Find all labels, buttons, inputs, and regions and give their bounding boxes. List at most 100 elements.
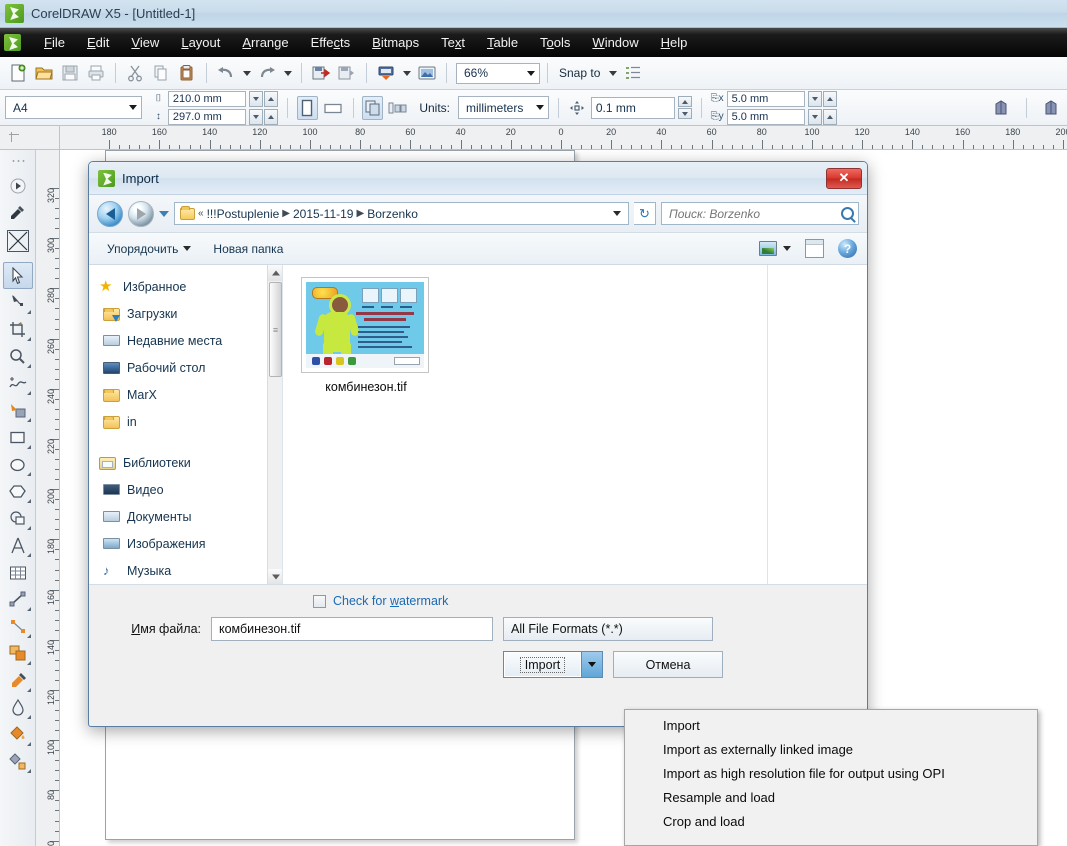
breadcrumb-item-2[interactable]: Borzenko — [367, 207, 418, 221]
menu-help[interactable]: Help — [650, 31, 699, 54]
chevron-down-icon[interactable] — [783, 246, 791, 251]
recent-locations-dropdown-icon[interactable] — [159, 211, 169, 217]
check-for-watermark-label[interactable]: Check for watermark — [333, 594, 448, 608]
redo-dropdown-icon[interactable] — [281, 62, 294, 84]
horizontal-ruler[interactable]: 1801601401201008060402002040608010012014… — [60, 126, 1067, 150]
breadcrumb-item-0[interactable]: !!!Postuplenie — [207, 207, 280, 221]
nav-item-pictures[interactable]: Изображения — [89, 530, 282, 557]
scroll-up-icon[interactable] — [268, 265, 283, 281]
file-list[interactable]: комбинезон.tif — [283, 265, 767, 584]
rectangle-tool-icon[interactable] — [3, 424, 33, 451]
spin-down-icon[interactable] — [249, 109, 263, 125]
file-format-combo[interactable]: All File Formats (*.*) — [503, 617, 713, 641]
close-icon[interactable]: ✕ — [826, 168, 862, 189]
menu-layout[interactable]: Layout — [170, 31, 231, 54]
units-combo[interactable]: millimeters — [458, 96, 549, 119]
search-icon[interactable] — [841, 207, 854, 220]
ellipse-tool-icon[interactable] — [3, 451, 33, 478]
portrait-orientation-icon[interactable] — [297, 96, 318, 120]
undo-dropdown-icon[interactable] — [240, 62, 253, 84]
menu-arrange[interactable]: Arrange — [231, 31, 299, 54]
scroll-thumb-icon[interactable] — [269, 282, 282, 377]
color-eyedropper-tool-icon[interactable] — [3, 667, 33, 694]
zoom-tool-icon[interactable] — [3, 343, 33, 370]
copy-icon[interactable] — [149, 61, 173, 85]
spin-down-icon[interactable] — [808, 109, 822, 125]
undo-icon[interactable] — [214, 61, 238, 85]
filename-input[interactable]: комбинезон.tif — [211, 617, 493, 641]
menu-item-resample-and-load[interactable]: Resample and load — [627, 785, 1035, 809]
fill-tool-icon[interactable] — [3, 721, 33, 748]
nav-item-desktop[interactable]: Рабочий стол — [89, 354, 282, 381]
spin-down-icon[interactable] — [808, 91, 822, 107]
search-input[interactable] — [669, 207, 841, 221]
import-options-menu[interactable]: Import Import as externally linked image… — [624, 709, 1038, 846]
smart-fill-tool-icon[interactable] — [3, 397, 33, 424]
crop-tool-icon[interactable] — [3, 316, 33, 343]
page-height-spinner[interactable] — [249, 109, 278, 125]
check-for-watermark-checkbox[interactable] — [313, 595, 326, 608]
menu-item-crop-and-load[interactable]: Crop and load — [627, 809, 1035, 833]
duplicate-y-value[interactable]: 5.0 mm — [727, 109, 805, 125]
outline-tool-icon[interactable] — [3, 694, 33, 721]
search-box[interactable] — [661, 202, 859, 225]
menu-window[interactable]: Window — [581, 31, 649, 54]
import-dialog[interactable]: Import ✕ « !!!Postuplenie ▶ 2015-11-19 ▶… — [88, 161, 868, 727]
new-folder-button[interactable]: Новая папка — [213, 242, 283, 256]
blend-tool-icon[interactable] — [3, 640, 33, 667]
nav-item-downloads[interactable]: Загрузки — [89, 300, 282, 327]
nav-item-videos[interactable]: Видео — [89, 476, 282, 503]
toolbox-flyout-toggle-icon[interactable] — [3, 172, 33, 199]
spin-up-icon[interactable] — [678, 96, 692, 107]
menu-item-import[interactable]: Import — [627, 713, 1035, 737]
no-fill-swatch-icon[interactable] — [7, 230, 29, 252]
freehand-tool-icon[interactable] — [3, 370, 33, 397]
breadcrumb-item-1[interactable]: 2015-11-19 — [293, 207, 354, 221]
vertical-ruler[interactable]: 3203002802602402202001801601401201008060 — [36, 150, 60, 846]
apply-to-current-page-icon[interactable] — [387, 96, 409, 120]
shape-tool-icon[interactable] — [3, 289, 33, 316]
duplicate-y-spinner[interactable] — [808, 109, 837, 125]
new-document-icon[interactable] — [6, 61, 30, 85]
nav-group-favorites[interactable]: ★ Избранное — [89, 273, 282, 300]
duplicate-x-value[interactable]: 5.0 mm — [727, 91, 805, 107]
coreldraw-document-icon[interactable] — [4, 34, 21, 51]
application-launcher-dropdown-icon[interactable] — [400, 62, 413, 84]
auto-snap-icon[interactable] — [1035, 96, 1067, 120]
import-split-button[interactable]: Import — [503, 651, 603, 678]
redo-icon[interactable] — [255, 61, 279, 85]
import-icon[interactable] — [309, 61, 333, 85]
list-item[interactable]: комбинезон.tif — [301, 277, 431, 394]
menu-effects[interactable]: Effects — [300, 31, 362, 54]
nudge-value[interactable]: 0.1 mm — [591, 97, 675, 119]
duplicate-x-spinner[interactable] — [808, 91, 837, 107]
basic-shapes-tool-icon[interactable] — [3, 505, 33, 532]
breadcrumb-dropdown-icon[interactable] — [613, 211, 621, 216]
change-view-icon[interactable] — [759, 241, 777, 256]
nav-item-recent-places[interactable]: Недавние места — [89, 327, 282, 354]
eyedropper-icon[interactable] — [3, 199, 33, 226]
snap-options-icon[interactable] — [621, 61, 645, 85]
nudge-spinner[interactable] — [678, 96, 692, 119]
nav-group-libraries[interactable]: Библиотеки — [89, 449, 282, 476]
text-tool-icon[interactable] — [3, 532, 33, 559]
navigate-forward-icon[interactable] — [128, 201, 154, 227]
export-icon[interactable] — [335, 61, 359, 85]
organize-button[interactable]: Упорядочить — [107, 242, 191, 256]
menu-bitmaps[interactable]: Bitmaps — [361, 31, 430, 54]
spin-down-icon[interactable] — [678, 108, 692, 119]
navigate-back-icon[interactable] — [97, 201, 123, 227]
breadcrumb-overflow[interactable]: « — [198, 208, 204, 219]
spin-up-icon[interactable] — [823, 109, 837, 125]
zoom-level-combo[interactable]: 66% — [456, 63, 540, 84]
page-width-spinner[interactable] — [249, 91, 278, 107]
menu-text[interactable]: Text — [430, 31, 476, 54]
page-width-value[interactable]: 210.0 mm — [168, 91, 246, 107]
navigation-pane[interactable]: ★ Избранное Загрузки Недавние места Рабо… — [89, 265, 283, 584]
breadcrumb[interactable]: « !!!Postuplenie ▶ 2015-11-19 ▶ Borzenko — [174, 202, 629, 225]
treat-all-objects-as-filled-icon[interactable] — [985, 96, 1017, 120]
paste-icon[interactable] — [175, 61, 199, 85]
import-button[interactable]: Import — [503, 651, 581, 678]
menu-file[interactable]: File — [33, 31, 76, 54]
landscape-orientation-icon[interactable] — [322, 96, 344, 120]
